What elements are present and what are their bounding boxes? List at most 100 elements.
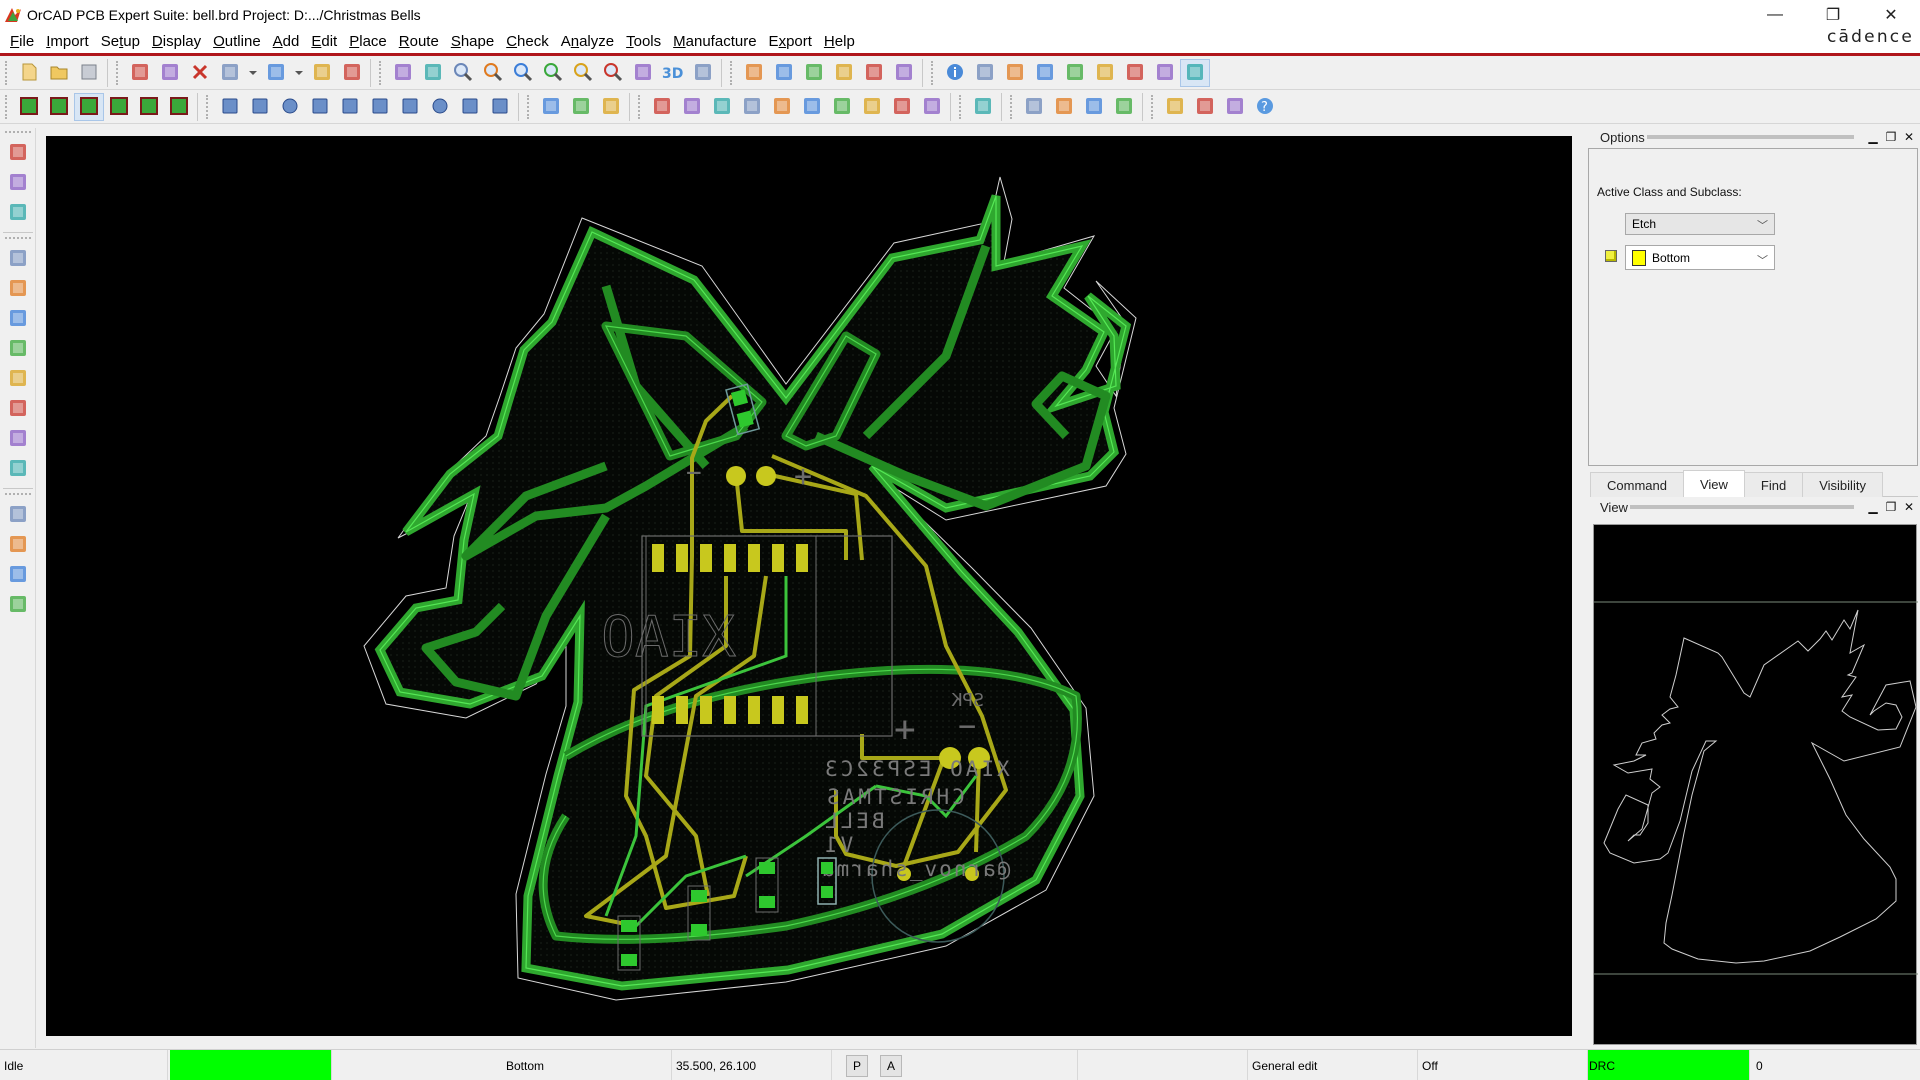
zoom-in-button[interactable] — [508, 59, 538, 87]
menu-display[interactable]: Display — [146, 33, 207, 50]
pin-button[interactable] — [337, 59, 367, 87]
add-line-button[interactable] — [0, 500, 36, 530]
assembly-notes-button[interactable] — [797, 93, 827, 121]
variant-button[interactable] — [887, 93, 917, 121]
place-component-button[interactable] — [536, 93, 566, 121]
highlight-button[interactable] — [1030, 59, 1060, 87]
panel-minimize-icon[interactable]: ▁ — [1864, 500, 1882, 514]
create-fanout-button[interactable] — [0, 424, 36, 454]
shadow-mode-button[interactable] — [799, 59, 829, 87]
view-panel-drag-handle[interactable] — [1629, 505, 1854, 509]
menu-setup[interactable]: Setup — [95, 33, 146, 50]
copy-button[interactable] — [155, 59, 185, 87]
shape-fill-4-button[interactable] — [104, 93, 134, 121]
menu-export[interactable]: Export — [763, 33, 818, 50]
zoom-world-button[interactable] — [568, 59, 598, 87]
panel-close-icon[interactable]: ✕ — [1900, 500, 1918, 514]
pick-button[interactable]: P — [846, 1055, 868, 1077]
nc-parameters-button[interactable] — [707, 93, 737, 121]
delete-button[interactable] — [185, 59, 215, 87]
toolbar-grip[interactable] — [379, 61, 385, 85]
place-quickplace-button[interactable] — [0, 168, 36, 198]
color-dialog-button[interactable] — [769, 59, 799, 87]
shape-circle-button[interactable] — [275, 93, 305, 121]
toolbar-grip[interactable] — [5, 61, 11, 85]
tab-visibility[interactable]: Visibility — [1802, 472, 1883, 497]
measure-button[interactable] — [1000, 59, 1030, 87]
shape-select-button[interactable] — [305, 93, 335, 121]
phase-tune-button[interactable] — [0, 454, 36, 484]
toolbar-grip[interactable] — [5, 131, 31, 135]
fanout-button[interactable] — [0, 334, 36, 364]
subclass-color-swatch[interactable] — [1605, 250, 1617, 262]
route-bundle-button[interactable] — [0, 364, 36, 394]
assign-color-button[interactable] — [1090, 59, 1120, 87]
artwork-button[interactable] — [677, 93, 707, 121]
panel-minimize-icon[interactable]: ▁ — [1864, 130, 1882, 144]
toolbar-grip[interactable] — [931, 61, 937, 85]
toolbar-grip[interactable] — [116, 61, 122, 85]
panel-close-icon[interactable]: ✕ — [1900, 130, 1918, 144]
shape-edit-boundary-button[interactable] — [335, 93, 365, 121]
shape-fill-5-button[interactable] — [134, 93, 164, 121]
refresh-button[interactable] — [628, 59, 658, 87]
dehighlight-button[interactable] — [1060, 59, 1090, 87]
menu-outline[interactable]: Outline — [207, 33, 267, 50]
odb-export-button[interactable] — [647, 93, 677, 121]
subclass-dropdown[interactable]: Bottom ﹀ — [1625, 245, 1775, 270]
toolbar-grip[interactable] — [5, 95, 11, 119]
menu-shape[interactable]: Shape — [445, 33, 500, 50]
timing-button[interactable] — [1150, 59, 1180, 87]
shape-fill-3-button[interactable] — [74, 93, 104, 121]
menu-file[interactable]: File — [4, 33, 40, 50]
3d-view-button[interactable]: 3D — [658, 59, 688, 87]
dimension-datum-button[interactable] — [596, 93, 626, 121]
drc-status-button[interactable]: DRC — [1588, 1050, 1750, 1080]
report-2-button[interactable] — [1049, 93, 1079, 121]
cm-manager-button[interactable] — [859, 59, 889, 87]
menu-help[interactable]: Help — [818, 33, 861, 50]
undo-button[interactable] — [215, 59, 245, 87]
drc-select-button[interactable] — [1180, 59, 1210, 87]
delay-tune-button[interactable] — [0, 304, 36, 334]
add-text-button[interactable] — [0, 560, 36, 590]
open-file-button[interactable] — [44, 59, 74, 87]
toolbar-grip[interactable] — [206, 95, 212, 119]
menu-add[interactable]: Add — [267, 33, 306, 50]
menu-route[interactable]: Route — [393, 33, 445, 50]
shape-fill-1-button[interactable] — [14, 93, 44, 121]
menu-manufacture[interactable]: Manufacture — [667, 33, 762, 50]
toolbar-grip[interactable] — [730, 61, 736, 85]
menu-check[interactable]: Check — [500, 33, 555, 50]
add-rect-button[interactable] — [0, 530, 36, 560]
menu-place[interactable]: Place — [343, 33, 393, 50]
toolbar-grip[interactable] — [1151, 95, 1157, 119]
zoom-out-button[interactable] — [538, 59, 568, 87]
shape-void-rect-button[interactable] — [395, 93, 425, 121]
restore-button[interactable]: ❐ — [1804, 0, 1862, 30]
toolbar-grip[interactable] — [527, 95, 533, 119]
edit-text-button[interactable] — [0, 590, 36, 620]
tab-find[interactable]: Find — [1743, 472, 1804, 497]
menu-import[interactable]: Import — [40, 33, 95, 50]
undo-dropdown-button[interactable] — [245, 59, 261, 87]
shape-void-poly-button[interactable] — [365, 93, 395, 121]
add-connect-button[interactable] — [0, 244, 36, 274]
tab-command[interactable]: Command — [1590, 472, 1684, 497]
session-2-button[interactable] — [1190, 93, 1220, 121]
shape-void-element-button[interactable] — [455, 93, 485, 121]
view-minimap[interactable] — [1593, 524, 1918, 1045]
snapshot-button[interactable] — [737, 93, 767, 121]
new-file-button[interactable] — [14, 59, 44, 87]
toolbar-grip[interactable] — [5, 493, 31, 497]
zoom-points-button[interactable] — [448, 59, 478, 87]
help-button[interactable]: ? — [1250, 93, 1280, 121]
route-net-button[interactable] — [968, 93, 998, 121]
layer-visibility-button[interactable] — [829, 59, 859, 87]
options-panel-drag-handle[interactable] — [1646, 135, 1854, 139]
slide-button[interactable] — [0, 274, 36, 304]
menu-edit[interactable]: Edit — [305, 33, 343, 50]
absolute-button[interactable]: A — [880, 1055, 902, 1077]
info-button[interactable] — [940, 59, 970, 87]
add-connect-button[interactable] — [307, 59, 337, 87]
